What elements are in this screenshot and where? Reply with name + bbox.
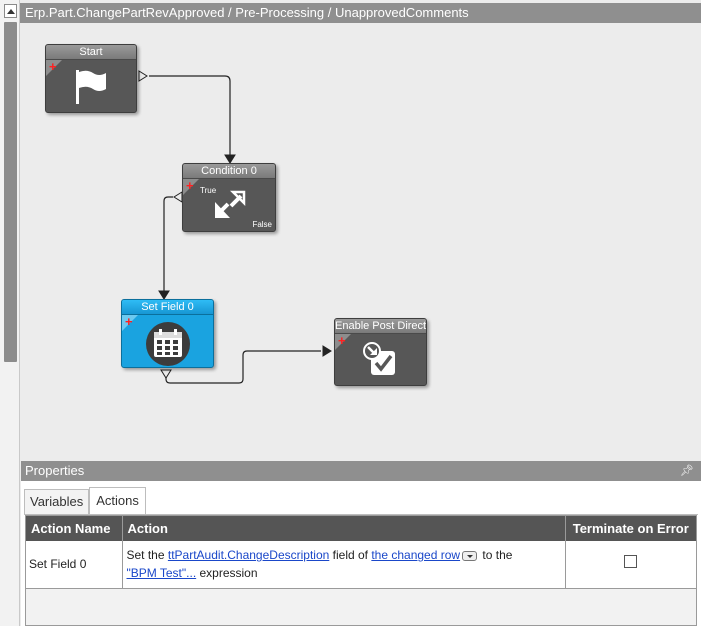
condition-arrows-icon: [215, 190, 246, 218]
set-field-node-label: Set Field 0: [122, 300, 213, 315]
tab-variables[interactable]: Variables: [24, 489, 90, 514]
actions-table: Action Name Action Terminate on Error Se…: [26, 516, 696, 589]
properties-title: Properties: [25, 463, 85, 478]
action-cell: Set the ttPartAudit.ChangeDescription fi…: [122, 541, 566, 589]
enable-post-node-label: Enable Post Directi: [335, 319, 426, 334]
scrollbar-thumb[interactable]: [4, 22, 17, 362]
add-plus-icon[interactable]: +: [125, 315, 133, 328]
add-plus-icon[interactable]: +: [338, 334, 346, 347]
start-node[interactable]: Start +: [45, 44, 137, 113]
arrow-setfield-in: [158, 290, 170, 300]
expression-link[interactable]: "BPM Test"...: [127, 566, 197, 580]
start-node-label: Start: [46, 45, 136, 60]
properties-panel-header: Properties 📌︎: [21, 461, 701, 481]
properties-tabs: Variables Actions: [24, 487, 146, 514]
field-link[interactable]: ttPartAudit.ChangeDescription: [168, 548, 329, 562]
scroll-up-arrow-icon: [6, 8, 15, 14]
column-header-terminate[interactable]: Terminate on Error: [565, 516, 696, 541]
column-header-action[interactable]: Action: [122, 516, 566, 541]
table-row[interactable]: Set Field 0 Set the ttPartAudit.ChangeDe…: [26, 541, 696, 589]
pin-icon[interactable]: 📌︎: [680, 461, 694, 481]
table-header-row: Action Name Action Terminate on Error: [26, 516, 696, 541]
terminate-cell: [565, 541, 696, 589]
condition-node[interactable]: Condition 0 + True False: [182, 163, 276, 232]
calendar-icon: [145, 322, 190, 366]
enable-post-directive-node[interactable]: Enable Post Directi +: [334, 318, 427, 386]
action-text-field-of: field of: [332, 548, 368, 563]
workflow-canvas[interactable]: Start + Condition 0 + True False Set Fie…: [21, 23, 701, 458]
column-header-action-name[interactable]: Action Name: [26, 516, 123, 541]
action-text-expression: expression: [199, 566, 258, 581]
action-name-cell: Set Field 0: [26, 541, 123, 589]
set-field-node[interactable]: Set Field 0 +: [121, 299, 214, 368]
action-text-to-the: to the: [482, 548, 513, 563]
actions-grid: Action Name Action Terminate on Error Se…: [25, 515, 697, 626]
workflow-title-bar: Erp.Part.ChangePartRevApproved / Pre-Pro…: [20, 3, 701, 23]
action-text-set-the: Set the: [126, 548, 165, 563]
terminate-on-error-checkbox[interactable]: [624, 555, 638, 569]
scroll-up-button[interactable]: [4, 4, 17, 18]
tab-actions[interactable]: Actions: [89, 487, 146, 514]
arrow-start-out: [138, 70, 148, 82]
arrow-condition-left: [173, 191, 183, 203]
row-link[interactable]: the changed row: [371, 548, 460, 562]
false-branch-label: False: [252, 220, 272, 229]
properties-panel: Variables Actions Action Name Action Ter…: [21, 481, 701, 626]
condition-node-label: Condition 0: [183, 164, 275, 179]
connector-start-to-condition: [149, 75, 231, 155]
connector-condition-to-setfield: [163, 196, 173, 291]
row-dropdown-chevron-icon[interactable]: [462, 551, 478, 562]
arrow-condition-in: [224, 154, 236, 164]
flag-icon: [76, 70, 106, 104]
add-plus-icon[interactable]: +: [186, 179, 194, 192]
post-directive-icon: [362, 342, 395, 375]
arrow-enablepost-in: [322, 345, 332, 357]
add-plus-icon[interactable]: +: [49, 60, 57, 73]
left-scroll-strip: [0, 0, 20, 626]
arrow-setfield-out: [160, 369, 172, 379]
